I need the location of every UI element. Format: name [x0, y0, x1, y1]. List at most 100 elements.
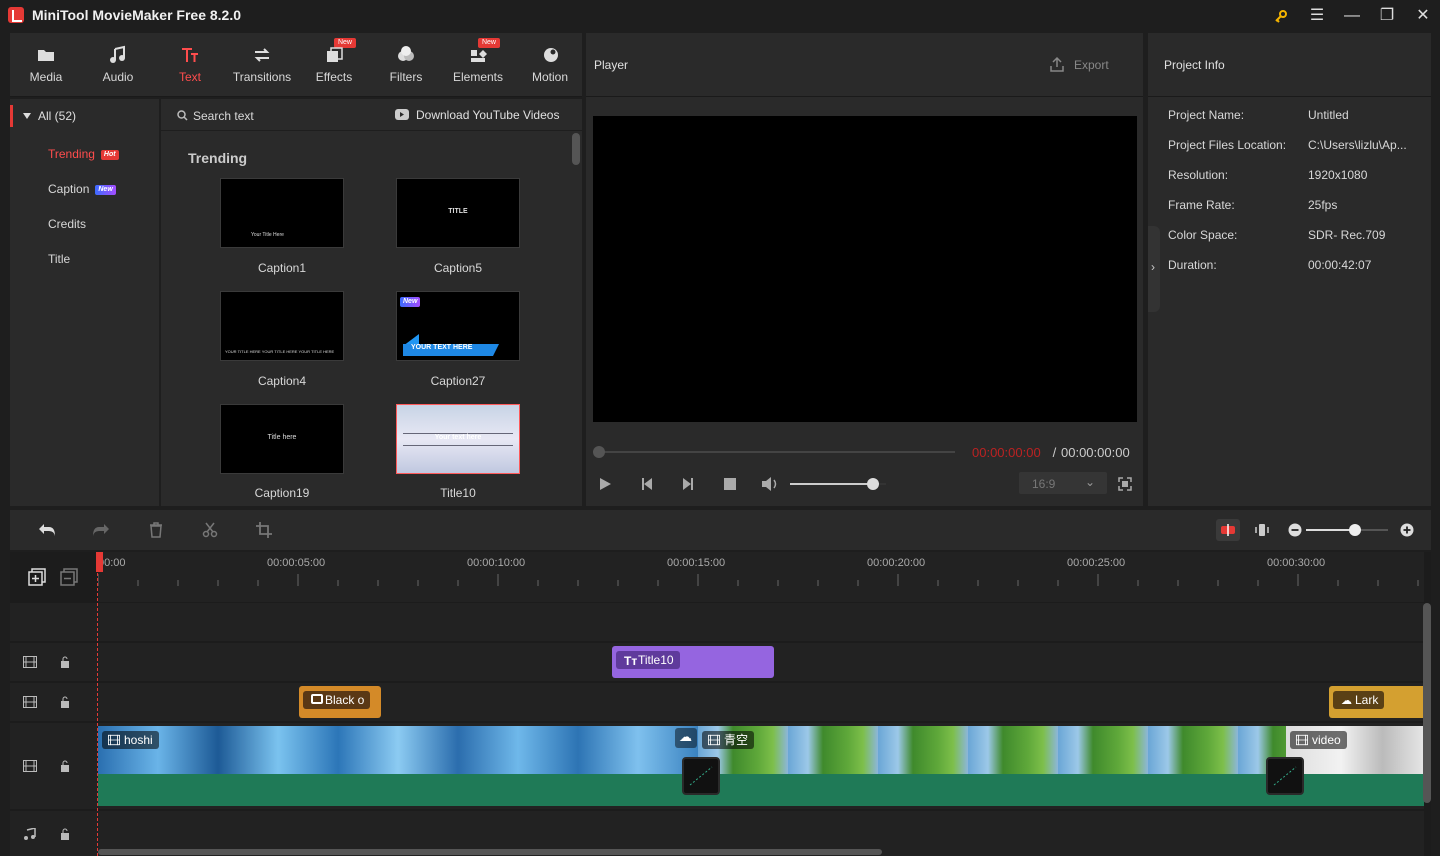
text-template-caption5[interactable]: TITLE [396, 178, 520, 248]
element-clip[interactable]: Lark ☁ [1329, 686, 1424, 718]
stop-icon[interactable] [723, 477, 737, 491]
tab-motion[interactable]: Motion [514, 33, 586, 97]
tick-label: 00:00:05:00 [267, 557, 326, 569]
player-header: Player Export [586, 33, 1143, 97]
film-track-icon [23, 760, 37, 772]
search-input[interactable]: Search text [193, 109, 254, 123]
timeline-toolbar [10, 510, 1431, 550]
playback-scrubber[interactable] [593, 446, 605, 458]
new-badge: New [400, 297, 421, 307]
transition-marker[interactable] [682, 757, 720, 795]
transition-marker[interactable] [1266, 757, 1304, 795]
aspect-ratio-select[interactable]: 16:9 ⌄ [1019, 472, 1107, 494]
minimize-button[interactable]: — [1337, 4, 1367, 28]
zoom-track[interactable] [1306, 529, 1388, 531]
playhead-line [97, 553, 98, 856]
previous-frame-icon[interactable] [640, 477, 654, 491]
menu-icon[interactable]: ☰ [1302, 4, 1332, 28]
crop-icon[interactable] [256, 522, 272, 538]
music-track-icon [24, 828, 36, 840]
play-icon[interactable] [598, 477, 612, 491]
project-name-value: Untitled [1308, 108, 1349, 122]
category-all[interactable]: All (52) [10, 105, 159, 127]
volume-icon[interactable] [761, 476, 779, 492]
split-scissors-icon[interactable] [202, 522, 218, 538]
template-label: Caption5 [433, 261, 483, 275]
volume-slider-knob[interactable] [866, 478, 879, 490]
film-track-icon [23, 696, 37, 708]
tab-effects[interactable]: New Effects [298, 33, 370, 97]
text-template-caption27[interactable]: New YOUR TEXT HERE [396, 291, 520, 361]
video-clip-video[interactable]: video [1286, 726, 1424, 774]
sidebar-item-trending[interactable]: Trending Hot [48, 147, 119, 161]
close-button[interactable]: ✕ [1408, 4, 1438, 28]
lock-icon[interactable] [58, 696, 72, 708]
tick-label: 00:00:10:00 [467, 557, 526, 569]
undo-icon[interactable] [38, 522, 56, 538]
snap-toggle[interactable] [1216, 519, 1240, 541]
section-title: Trending [188, 150, 248, 166]
tab-filters[interactable]: Filters [370, 33, 442, 97]
playback-progress-bar[interactable] [598, 451, 955, 453]
tab-media[interactable]: Media [10, 33, 82, 97]
video-preview [593, 116, 1137, 422]
fullscreen-icon[interactable] [1118, 477, 1132, 491]
playhead-handle[interactable] [96, 552, 103, 572]
project-location-key: Project Files Location: [1168, 138, 1287, 152]
text-template-title10[interactable]: Your text here [396, 404, 520, 474]
tab-transitions[interactable]: Transitions [226, 33, 298, 97]
zoom-fill [1306, 529, 1356, 531]
time-separator: / [1049, 445, 1060, 460]
text-template-caption1[interactable]: Your Title Here [220, 178, 344, 248]
maximize-button[interactable]: ❐ [1372, 4, 1402, 28]
tab-text[interactable]: Text [154, 33, 226, 97]
library-scrollbar[interactable] [572, 133, 580, 165]
lock-icon[interactable] [58, 656, 72, 668]
tab-elements[interactable]: New Elements [442, 33, 514, 97]
video-clip-hoshi[interactable]: hoshi [98, 726, 698, 774]
element-icon [311, 694, 323, 704]
text-template-caption19[interactable]: Title here [220, 404, 344, 474]
filters-icon [398, 46, 414, 61]
elements-icon [471, 50, 487, 62]
media-tabs: Media Audio Text Transitions New Effects… [10, 33, 582, 97]
volume-fill [790, 483, 873, 485]
magnet-icon [1221, 524, 1235, 536]
element-clip[interactable]: Black o [299, 686, 381, 718]
chevron-down-icon: ⌄ [1085, 475, 1096, 489]
effects-icon [327, 47, 343, 62]
collapse-panel-button[interactable]: › [1148, 226, 1160, 312]
template-label: Caption27 [430, 374, 486, 388]
text-template-caption4[interactable]: YOUR TITLE HERE YOUR TITLE HERE YOUR TIT… [220, 291, 344, 361]
text-icon [182, 48, 198, 62]
text-icon: Tт [624, 654, 638, 668]
search-bar: Search text Download YouTube Videos [161, 99, 582, 131]
key-icon[interactable] [1266, 4, 1296, 28]
sidebar-item-title[interactable]: Title [48, 252, 70, 266]
remove-track-icon[interactable] [60, 568, 78, 586]
zoom-slider-knob[interactable] [1349, 524, 1362, 536]
frame-rate-key: Frame Rate: [1168, 198, 1235, 212]
title-clip[interactable]: Title10 Tт [612, 646, 774, 678]
lock-icon[interactable] [58, 828, 72, 840]
tab-audio[interactable]: Audio [82, 33, 154, 97]
video-clip-aozora[interactable]: 青空 [698, 726, 1286, 774]
time-total: 00:00:00:00 [1061, 445, 1130, 460]
music-note-icon [110, 45, 125, 63]
delete-icon[interactable] [149, 522, 163, 538]
template-label: Title10 [440, 486, 476, 500]
sidebar-item-caption[interactable]: Caption New [48, 182, 116, 196]
lock-icon[interactable] [58, 760, 72, 772]
timeline-horizontal-scrollbar[interactable] [98, 849, 882, 855]
filter-marker[interactable]: ☁ [675, 728, 697, 748]
redo-icon[interactable] [92, 522, 110, 538]
audio-waveform-icon[interactable] [1254, 522, 1270, 538]
zoom-in-icon[interactable] [1400, 523, 1414, 537]
zoom-out-icon[interactable] [1288, 523, 1302, 537]
next-frame-icon[interactable] [681, 477, 695, 491]
add-track-icon[interactable] [28, 568, 46, 586]
export-button[interactable]: Export [1074, 58, 1109, 72]
sidebar-item-credits[interactable]: Credits [48, 217, 86, 231]
timeline-vertical-scrollbar[interactable] [1423, 603, 1431, 803]
download-youtube-link[interactable]: Download YouTube Videos [416, 108, 559, 122]
